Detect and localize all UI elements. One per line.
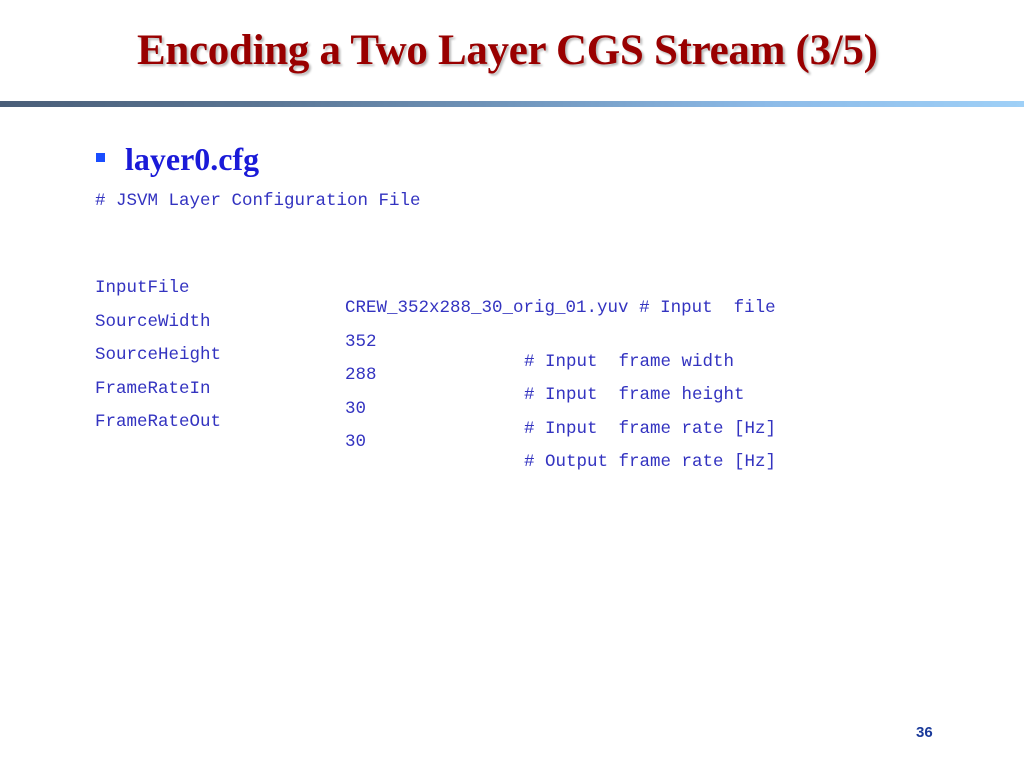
config-row: FrameRateIn 30 # Input frame rate [Hz] <box>95 359 776 439</box>
config-value: CREW_352x288_30_orig_01.yuv # Input file <box>345 298 776 318</box>
config-row: InputFile CREW_352x288_30_orig_01.yuv # … <box>95 258 776 318</box>
config-row: FrameRateOut 30 # Output frame rate [Hz] <box>95 392 776 472</box>
slide-title: Encoding a Two Layer CGS Stream (3/5) <box>137 27 878 74</box>
bullet-label: layer0.cfg <box>125 141 260 177</box>
config-header-comment: # JSVM Layer Configuration File <box>95 191 421 211</box>
config-comment: # Output frame rate [Hz] <box>524 452 777 472</box>
config-row: SourceHeight 288 # Input frame height <box>95 325 745 405</box>
bullet-item: layer0.cfg <box>96 141 259 178</box>
config-comment: # Input frame width <box>524 352 735 372</box>
config-value: 30 <box>345 399 367 419</box>
title-divider <box>0 101 1024 107</box>
square-bullet-icon <box>96 153 105 162</box>
config-comment: # Input file <box>639 298 776 318</box>
page-number: 36 <box>916 724 933 741</box>
config-value: 352 <box>345 332 377 352</box>
config-row: SourceWidth 352 # Input frame width <box>95 292 734 372</box>
config-comment: # Input frame height <box>524 385 745 405</box>
config-value-text: CREW_352x288_30_orig_01.yuv <box>345 298 629 318</box>
config-comment: # Input frame rate [Hz] <box>524 419 777 439</box>
config-value: 30 <box>345 432 367 452</box>
config-key: FrameRateOut <box>95 412 222 432</box>
config-value: 288 <box>345 365 377 385</box>
